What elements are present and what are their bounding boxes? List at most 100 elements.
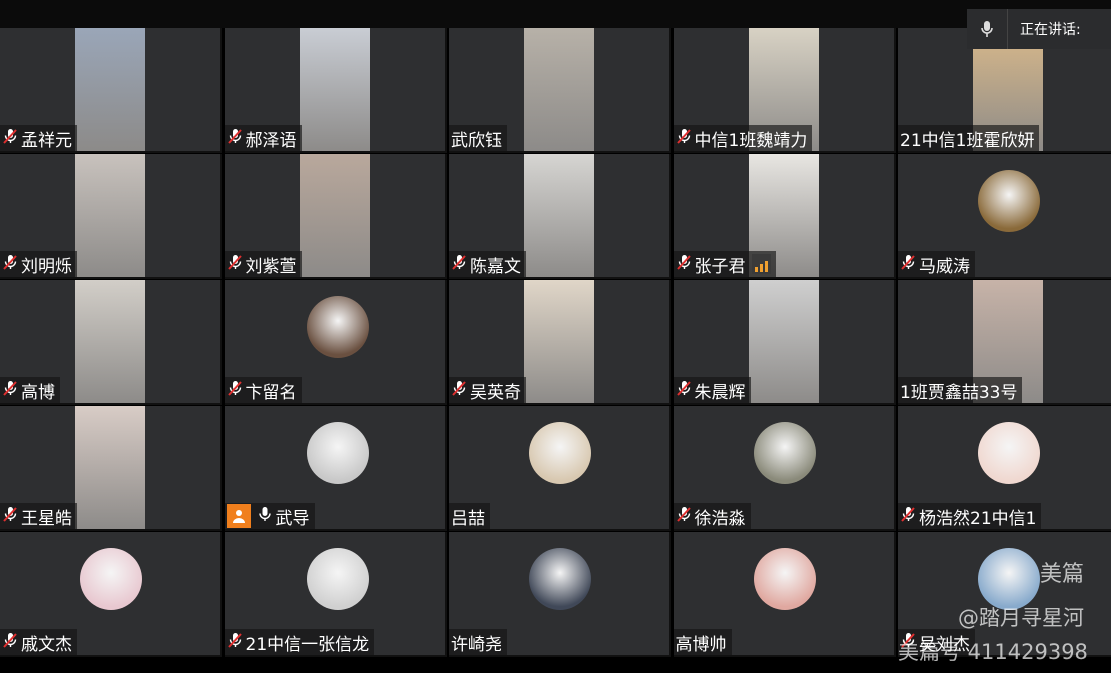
mic-muted-icon — [227, 380, 246, 401]
participant-name: 高博 — [21, 382, 55, 403]
participant-name-bar: 高博帅 — [673, 629, 732, 655]
participant-name: 吴英奇 — [470, 382, 521, 403]
participant-tile[interactable]: 徐浩淼 — [673, 406, 896, 531]
participant-tile[interactable]: 高博 — [0, 280, 222, 405]
microphone-icon — [967, 9, 1008, 49]
participant-avatar — [306, 296, 369, 358]
top-bar — [0, 0, 1111, 28]
participant-tile[interactable]: 武导 — [224, 406, 447, 531]
participant-name: 刘紫萱 — [245, 256, 297, 277]
participant-name-bar: 戚文杰 — [0, 629, 77, 655]
participant-tile[interactable]: 戚文杰 — [0, 532, 222, 657]
participant-video — [75, 28, 145, 151]
watermark-handle: @踏月寻星河 — [958, 606, 1084, 630]
participant-avatar — [529, 548, 591, 610]
participant-tile[interactable]: 武欣钰 — [449, 28, 671, 153]
mic-muted-icon — [2, 254, 21, 275]
participant-avatar — [306, 548, 369, 610]
mic-muted-icon — [676, 506, 695, 527]
watermark-id: 美篇号 411429398 — [898, 640, 1088, 664]
participant-avatar — [753, 548, 816, 610]
participant-name: 21中信1班霍欣妍 — [900, 130, 1035, 151]
participant-name: 卞留名 — [245, 382, 297, 403]
participant-name-bar: 武欣钰 — [449, 125, 507, 151]
participant-name-bar: 王星皓 — [0, 503, 77, 529]
participant-name: 武导 — [275, 508, 310, 529]
participant-name-bar: 徐浩淼 — [673, 503, 751, 529]
mic-muted-icon — [451, 380, 470, 401]
participant-avatar — [80, 548, 142, 610]
participant-name-bar: 中信1班魏靖力 — [673, 125, 813, 151]
participant-avatar — [978, 170, 1040, 232]
participant-name-bar: 1班贾鑫喆33号 — [898, 377, 1023, 403]
participant-tile[interactable]: 高博帅 — [673, 532, 896, 657]
participant-name: 杨浩然21中信1 — [919, 508, 1037, 529]
participant-video — [75, 280, 145, 403]
participant-video — [524, 28, 594, 151]
participant-tile[interactable]: 刘紫萱 — [224, 154, 447, 279]
mic-muted-icon — [227, 632, 246, 653]
participant-name: 高博帅 — [675, 634, 727, 655]
participant-tile[interactable]: 吕喆 — [449, 406, 671, 531]
participant-tile[interactable]: 孟祥元 — [0, 28, 222, 153]
participant-tile[interactable]: 刘明烁 — [0, 154, 222, 279]
participant-name: 刘明烁 — [21, 256, 72, 277]
mic-muted-icon — [900, 254, 919, 275]
participant-tile[interactable]: 许崎尧 — [449, 532, 671, 657]
participant-name-bar: 孟祥元 — [0, 125, 77, 151]
participant-name: 马威涛 — [919, 256, 970, 277]
participant-tile[interactable]: 杨浩然21中信1 — [898, 406, 1111, 531]
mic-muted-icon — [2, 128, 21, 149]
participant-tile[interactable]: 朱晨辉 — [673, 280, 896, 405]
mic-muted-icon — [2, 506, 21, 527]
participant-name-bar: 高博 — [0, 377, 60, 403]
participant-name-bar: 陈嘉文 — [449, 251, 526, 277]
mic-muted-icon — [451, 254, 470, 275]
participant-tile[interactable]: 马威涛 — [898, 154, 1111, 279]
participant-avatar — [306, 422, 369, 484]
participant-grid: 孟祥元 郝泽语 武欣钰 中信1班魏靖力 21中信1班霍欣妍刘明烁 刘紫萱 陈嘉文 张子君 马威涛… — [0, 28, 1111, 658]
participant-tile[interactable]: 王星皓 — [0, 406, 222, 531]
participant-video — [524, 154, 594, 277]
participant-tile[interactable]: 郝泽语 — [224, 28, 447, 153]
participant-avatar — [978, 422, 1040, 484]
participant-name-bar: 马威涛 — [898, 251, 975, 277]
participant-name-bar: 刘明烁 — [0, 251, 77, 277]
participant-name-bar: 卞留名 — [224, 377, 302, 403]
participant-avatar — [978, 548, 1040, 610]
participant-name: 许崎尧 — [451, 634, 502, 655]
participant-tile[interactable]: 张子君 — [673, 154, 896, 279]
watermark-brand: 美篇 — [1040, 562, 1085, 587]
mic-muted-icon — [2, 380, 21, 401]
participant-name: 张子君 — [694, 256, 746, 277]
participant-tile[interactable]: 卞留名 — [224, 280, 447, 405]
participant-video — [75, 154, 145, 277]
participant-name: 吕喆 — [451, 508, 485, 529]
microphone-icon — [257, 506, 276, 527]
signal-strength-icon — [751, 254, 771, 274]
participant-name-bar: 吴英奇 — [449, 377, 526, 403]
participant-name: 武欣钰 — [451, 130, 502, 151]
participant-name-bar: 杨浩然21中信1 — [898, 503, 1042, 529]
participant-name-bar: 21中信一张信龙 — [224, 629, 375, 655]
participant-name-bar: 武导 — [224, 503, 315, 529]
mic-muted-icon — [227, 128, 246, 149]
participant-name: 徐浩淼 — [694, 508, 746, 529]
participant-tile[interactable]: 21中信一张信龙 — [224, 532, 447, 657]
participant-name-bar: 许崎尧 — [449, 629, 507, 655]
participant-tile[interactable]: 陈嘉文 — [449, 154, 671, 279]
speaking-indicator: 正在讲话: — [967, 9, 1111, 49]
participant-video — [524, 280, 594, 403]
participant-name-bar: 朱晨辉 — [673, 377, 751, 403]
participant-avatar — [529, 422, 591, 484]
mic-muted-icon — [676, 128, 695, 149]
participant-name-bar: 张子君 — [673, 251, 776, 277]
participant-tile[interactable]: 吴英奇 — [449, 280, 671, 405]
participant-name-bar: 吕喆 — [449, 503, 490, 529]
participant-name: 王星皓 — [21, 508, 72, 529]
participant-tile[interactable]: 1班贾鑫喆33号 — [898, 280, 1111, 405]
participant-name: 郝泽语 — [245, 130, 297, 151]
mic-muted-icon — [900, 506, 919, 527]
user-icon — [226, 504, 251, 528]
participant-tile[interactable]: 中信1班魏靖力 — [673, 28, 896, 153]
